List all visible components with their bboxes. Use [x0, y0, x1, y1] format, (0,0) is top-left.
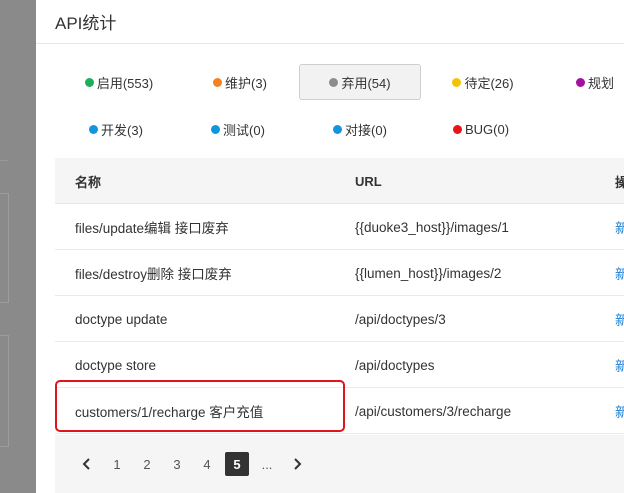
api-name: files/update编辑 接口废弃 — [75, 221, 229, 236]
pagination-ellipsis: ... — [261, 456, 273, 472]
filter-label: 弃用(54) — [341, 75, 391, 91]
status-dot-icon — [213, 77, 223, 87]
row-action-link[interactable]: 新 — [615, 204, 624, 250]
table-row[interactable]: doctype update /api/doctypes/3 新 — [55, 296, 624, 342]
api-url: {{lumen_host}}/images/2 — [355, 265, 502, 281]
row-action-link[interactable]: 新 — [615, 388, 624, 434]
table-header: 名称 URL 操 — [55, 158, 624, 204]
page-5-button[interactable]: 5 — [225, 452, 249, 476]
page-backdrop — [0, 0, 36, 493]
filter-pending[interactable]: 待定(26) — [448, 64, 518, 100]
api-table: 名称 URL 操 files/update编辑 接口废弃 {{duoke3_ho… — [55, 158, 624, 434]
filter-development[interactable]: 开发(3) — [85, 111, 147, 147]
api-url: /api/doctypes/3 — [355, 311, 446, 327]
chevron-right-icon — [294, 458, 302, 470]
filter-enabled[interactable]: 启用(553) — [79, 64, 159, 100]
table-row[interactable]: files/destroy删除 接口废弃 {{lumen_host}}/imag… — [55, 250, 624, 296]
status-dot-icon — [84, 77, 94, 87]
filter-label: 维护(3) — [225, 75, 267, 91]
row-action-link[interactable]: 新 — [615, 296, 624, 342]
dialog-header: API统计 — [36, 0, 624, 44]
column-header-action: 操 — [615, 174, 624, 190]
filter-maintenance[interactable]: 维护(3) — [209, 64, 271, 100]
table-row[interactable]: doctype store /api/doctypes 新 — [55, 342, 624, 388]
status-dot-icon — [211, 124, 221, 134]
filter-label: BUG(0) — [464, 121, 510, 137]
api-name: doctype update — [75, 311, 168, 327]
filter-testing[interactable]: 测试(0) — [207, 111, 269, 147]
filter-planning[interactable]: 规划 — [576, 64, 624, 100]
filter-bug[interactable]: BUG(0) — [448, 111, 514, 147]
status-dot-icon — [329, 77, 339, 87]
status-dot-icon — [576, 77, 585, 87]
backdrop-box — [0, 335, 9, 447]
api-stats-dialog: API统计 启用(553) 维护(3) 弃用(54) 待定(26) 规划 开发(… — [36, 0, 624, 493]
status-dot-icon — [333, 124, 343, 134]
page-2-button[interactable]: 2 — [135, 452, 159, 476]
filter-integration[interactable]: 对接(0) — [329, 111, 391, 147]
row-action-link[interactable]: 新 — [615, 250, 624, 296]
api-url: /api/customers/3/recharge — [355, 403, 512, 419]
filter-label: 对接(0) — [345, 122, 387, 138]
status-dot-icon — [452, 77, 462, 87]
page-4-button[interactable]: 4 — [195, 452, 219, 476]
filter-label: 测试(0) — [223, 122, 265, 138]
api-name: files/destroy删除 接口废弃 — [75, 267, 232, 282]
filter-label: 待定(26) — [464, 75, 514, 91]
filter-label: 规划 — [588, 75, 615, 91]
api-url: {{duoke3_host}}/images/1 — [355, 219, 509, 235]
filter-deprecated[interactable]: 弃用(54) — [299, 64, 421, 100]
table-row[interactable]: customers/1/recharge 客户充值 /api/customers… — [55, 388, 624, 434]
page-1-button[interactable]: 1 — [105, 452, 129, 476]
api-name: doctype store — [75, 357, 157, 373]
api-name: customers/1/recharge 客户充值 — [75, 405, 264, 420]
chevron-left-icon — [82, 458, 90, 470]
page-3-button[interactable]: 3 — [165, 452, 189, 476]
table-row[interactable]: files/update编辑 接口废弃 {{duoke3_host}}/imag… — [55, 204, 624, 250]
column-header-url: URL — [355, 173, 382, 189]
prev-page-button[interactable] — [75, 452, 99, 476]
pagination: 1 2 3 4 5 ... — [55, 452, 315, 476]
backdrop-divider — [0, 160, 8, 161]
status-dot-icon — [89, 124, 99, 134]
next-page-button[interactable] — [285, 452, 309, 476]
backdrop-box — [0, 193, 9, 303]
filter-label: 启用(553) — [96, 75, 154, 91]
row-action-link[interactable]: 新 — [615, 342, 624, 388]
filter-label: 开发(3) — [101, 122, 143, 138]
column-header-name: 名称 — [75, 174, 102, 190]
api-url: /api/doctypes — [355, 357, 435, 373]
status-dot-icon — [452, 124, 462, 134]
dialog-title: API统计 — [55, 14, 117, 33]
status-filter-bar: 启用(553) 维护(3) 弃用(54) 待定(26) 规划 开发(3) 测试(… — [36, 44, 624, 158]
